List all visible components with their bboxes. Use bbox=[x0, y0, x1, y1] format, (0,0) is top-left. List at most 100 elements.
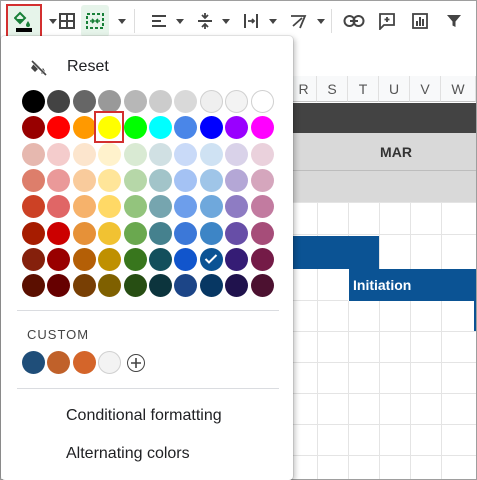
color-swatch[interactable] bbox=[174, 168, 198, 192]
column-header[interactable]: S bbox=[317, 76, 348, 102]
color-swatch[interactable] bbox=[199, 90, 223, 113]
color-swatch[interactable] bbox=[98, 221, 122, 245]
color-swatch[interactable] bbox=[47, 221, 71, 245]
color-swatch[interactable] bbox=[225, 221, 249, 245]
color-swatch[interactable] bbox=[174, 116, 198, 140]
horizontal-align-button[interactable] bbox=[146, 5, 172, 37]
chevron-down-icon[interactable] bbox=[176, 19, 184, 24]
color-swatch[interactable] bbox=[47, 195, 71, 219]
text-rotation-button[interactable] bbox=[285, 5, 311, 37]
color-swatch[interactable] bbox=[250, 90, 274, 113]
color-swatch[interactable] bbox=[72, 274, 96, 298]
color-swatch[interactable] bbox=[174, 221, 198, 245]
light-band[interactable] bbox=[291, 171, 476, 202]
color-swatch[interactable] bbox=[225, 142, 249, 166]
text-wrapping-button[interactable] bbox=[238, 5, 264, 37]
color-swatch[interactable] bbox=[72, 116, 96, 140]
color-swatch[interactable] bbox=[72, 195, 96, 219]
color-swatch[interactable] bbox=[47, 90, 71, 113]
color-swatch[interactable] bbox=[123, 247, 147, 271]
color-swatch[interactable] bbox=[225, 90, 249, 113]
color-swatch[interactable] bbox=[98, 195, 122, 219]
color-swatch[interactable] bbox=[22, 168, 45, 192]
color-swatch[interactable] bbox=[22, 90, 45, 113]
color-swatch[interactable] bbox=[72, 168, 96, 192]
color-swatch[interactable] bbox=[225, 247, 249, 271]
color-swatch[interactable] bbox=[225, 195, 249, 219]
column-header[interactable]: V bbox=[410, 76, 441, 102]
color-swatch[interactable] bbox=[149, 116, 172, 140]
color-swatch[interactable] bbox=[149, 221, 172, 245]
task-bar[interactable] bbox=[291, 236, 379, 269]
color-swatch[interactable] bbox=[47, 274, 71, 298]
color-swatch[interactable] bbox=[72, 90, 96, 113]
color-swatch[interactable] bbox=[47, 247, 71, 271]
chevron-down-icon[interactable] bbox=[317, 19, 325, 24]
column-header[interactable]: R bbox=[291, 76, 317, 102]
color-swatch[interactable] bbox=[199, 142, 223, 166]
create-filter-button[interactable] bbox=[441, 5, 467, 37]
color-swatch[interactable] bbox=[174, 274, 198, 298]
column-header[interactable]: U bbox=[379, 76, 410, 102]
color-swatch[interactable] bbox=[250, 195, 274, 219]
color-swatch[interactable] bbox=[174, 142, 198, 166]
color-swatch[interactable] bbox=[199, 116, 223, 140]
chevron-down-icon[interactable] bbox=[118, 19, 126, 24]
color-swatch[interactable] bbox=[72, 247, 96, 271]
color-swatch[interactable] bbox=[199, 221, 223, 245]
color-swatch[interactable] bbox=[225, 116, 249, 140]
color-swatch[interactable] bbox=[98, 142, 122, 166]
color-swatch[interactable] bbox=[199, 195, 223, 219]
reset-option[interactable]: Reset bbox=[1, 50, 293, 86]
color-swatch[interactable] bbox=[22, 142, 45, 166]
color-swatch[interactable] bbox=[149, 168, 172, 192]
color-swatch[interactable] bbox=[149, 90, 172, 113]
borders-button[interactable] bbox=[53, 5, 81, 37]
color-swatch[interactable] bbox=[72, 221, 96, 245]
color-swatch[interactable] bbox=[123, 274, 147, 298]
insert-link-button[interactable] bbox=[341, 5, 367, 37]
color-swatch[interactable] bbox=[123, 116, 147, 140]
color-swatch[interactable] bbox=[250, 168, 274, 192]
color-swatch[interactable] bbox=[123, 142, 147, 166]
color-swatch[interactable] bbox=[47, 142, 71, 166]
color-swatch[interactable] bbox=[250, 142, 274, 166]
color-swatch[interactable] bbox=[225, 274, 249, 298]
vertical-align-button[interactable] bbox=[192, 5, 218, 37]
month-band[interactable]: MAR bbox=[291, 133, 476, 171]
color-swatch[interactable] bbox=[98, 90, 122, 113]
color-swatch[interactable] bbox=[22, 274, 45, 298]
column-header[interactable]: W bbox=[441, 76, 476, 102]
color-swatch[interactable] bbox=[123, 221, 147, 245]
color-swatch[interactable] bbox=[22, 195, 45, 219]
dark-header-band[interactable] bbox=[291, 103, 476, 133]
conditional-formatting-item[interactable]: Conditional formatting bbox=[66, 407, 222, 425]
color-swatch[interactable] bbox=[199, 168, 223, 192]
color-swatch[interactable] bbox=[250, 221, 274, 245]
chevron-down-icon[interactable] bbox=[269, 19, 277, 24]
color-swatch[interactable] bbox=[22, 247, 45, 271]
color-swatch[interactable] bbox=[123, 90, 147, 113]
color-swatch[interactable] bbox=[250, 274, 274, 298]
insert-chart-button[interactable] bbox=[407, 5, 433, 37]
task-bar-initiation[interactable]: Initiation bbox=[348, 269, 476, 301]
merge-cells-button[interactable] bbox=[81, 5, 109, 37]
custom-color-swatch[interactable] bbox=[22, 351, 45, 374]
chevron-down-icon[interactable] bbox=[222, 19, 230, 24]
color-swatch[interactable] bbox=[225, 168, 249, 192]
fill-color-button[interactable] bbox=[6, 4, 42, 38]
color-swatch[interactable] bbox=[47, 168, 71, 192]
color-swatch[interactable] bbox=[174, 90, 198, 113]
color-swatch[interactable] bbox=[149, 247, 172, 271]
color-swatch[interactable] bbox=[199, 274, 223, 298]
alternating-colors-item[interactable]: Alternating colors bbox=[66, 445, 190, 463]
color-swatch[interactable] bbox=[72, 142, 96, 166]
color-swatch[interactable] bbox=[250, 116, 274, 140]
custom-color-swatch[interactable] bbox=[72, 351, 96, 374]
column-header[interactable]: T bbox=[348, 76, 379, 102]
color-swatch[interactable] bbox=[47, 116, 71, 140]
add-circle-icon[interactable] bbox=[127, 354, 145, 372]
color-swatch[interactable] bbox=[98, 168, 122, 192]
color-swatch[interactable] bbox=[250, 247, 274, 271]
color-swatch[interactable] bbox=[149, 142, 172, 166]
